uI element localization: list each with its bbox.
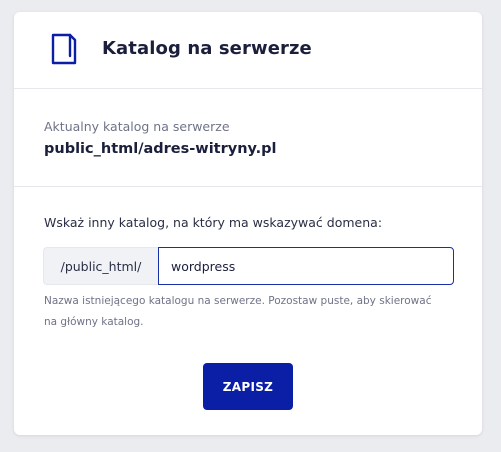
directory-input-group: /public_html/ <box>43 247 454 285</box>
save-button[interactable]: ZAPISZ <box>203 363 293 410</box>
directory-hint: Nazwa istniejącego katalogu na serwerze.… <box>44 295 432 328</box>
directory-prefix: /public_html/ <box>43 247 158 285</box>
directory-card: Katalog na serwerze Aktualny katalog na … <box>14 12 482 435</box>
directory-input[interactable] <box>158 247 454 285</box>
current-directory-section: Aktualny katalog na serwerze public_html… <box>14 90 482 187</box>
directory-prompt: Wskaż inny katalog, na który ma wskazywa… <box>44 215 383 230</box>
card-header: Katalog na serwerze <box>14 12 482 89</box>
current-directory-label: Aktualny katalog na serwerze <box>44 119 230 134</box>
current-directory-value: public_html/adres-witryny.pl <box>44 141 277 157</box>
document-icon <box>50 32 78 66</box>
page-title: Katalog na serwerze <box>102 38 312 59</box>
